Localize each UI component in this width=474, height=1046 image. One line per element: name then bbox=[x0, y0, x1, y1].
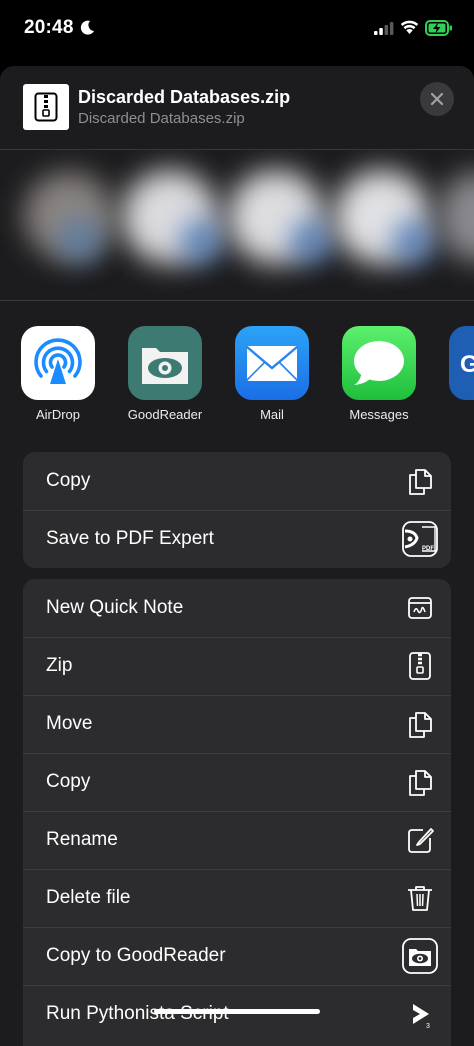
action-label: Copy bbox=[46, 771, 91, 792]
file-title: Discarded Databases.zip bbox=[78, 87, 291, 107]
trash-icon bbox=[405, 883, 435, 913]
share-sheet: Discarded Databases.zip Discarded Databa… bbox=[0, 66, 474, 1046]
wifi-icon bbox=[400, 19, 419, 39]
app-gm[interactable]: G GM bbox=[441, 326, 474, 422]
action-zip[interactable]: Zip bbox=[23, 637, 451, 695]
app-label: Mail bbox=[260, 407, 284, 422]
close-icon bbox=[431, 93, 443, 105]
svg-text:G: G bbox=[460, 351, 474, 378]
action-label: Rename bbox=[46, 829, 118, 850]
action-label: Run Pythonista Script bbox=[46, 1003, 229, 1024]
contact-avatar-blurred bbox=[290, 220, 332, 262]
action-rename[interactable]: Rename bbox=[23, 811, 451, 869]
app-airdrop[interactable]: AirDrop bbox=[13, 326, 103, 422]
action-label: Move bbox=[46, 713, 93, 734]
messages-icon bbox=[342, 326, 416, 400]
zip-icon bbox=[405, 651, 435, 681]
app-label: GoodReader bbox=[127, 407, 203, 422]
contact-avatar-blurred bbox=[392, 220, 434, 262]
action-delete-file[interactable]: Delete file bbox=[23, 869, 451, 927]
status-time: 20:48 bbox=[24, 17, 74, 38]
action-copy-file[interactable]: Copy bbox=[23, 753, 451, 811]
actions-group-primary: Copy Save to PDF Expert PDF bbox=[23, 452, 451, 568]
contact-avatar-blurred bbox=[180, 220, 222, 262]
home-indicator[interactable] bbox=[154, 1009, 320, 1014]
app-mail[interactable]: Mail bbox=[227, 326, 317, 422]
apps-row: AirDrop GoodReader Mail Messages G bbox=[0, 302, 474, 422]
pdf-expert-icon: PDF bbox=[402, 521, 438, 557]
zip-file-icon bbox=[23, 84, 69, 130]
contact-avatar-blurred[interactable] bbox=[438, 172, 474, 262]
action-label: Copy bbox=[46, 470, 91, 491]
app-label: GM bbox=[441, 407, 474, 422]
app-messages[interactable]: Messages bbox=[334, 326, 424, 422]
contact-avatar-blurred bbox=[60, 220, 100, 260]
action-label: Zip bbox=[46, 655, 73, 676]
actions-group-secondary: New Quick Note Zip Move Copy Rename Dele… bbox=[23, 579, 451, 1046]
status-bar: 20:48 bbox=[0, 0, 474, 58]
quick-note-icon bbox=[405, 593, 435, 623]
goodreader-icon bbox=[128, 326, 202, 400]
moon-icon bbox=[80, 20, 95, 41]
gm-app-icon: G bbox=[449, 326, 474, 400]
action-copy-to-goodreader[interactable]: Copy to GoodReader bbox=[23, 927, 451, 985]
action-label: Save to PDF Expert bbox=[46, 528, 214, 549]
move-icon bbox=[405, 709, 435, 739]
sheet-header: Discarded Databases.zip Discarded Databa… bbox=[0, 66, 474, 149]
rename-icon bbox=[405, 825, 435, 855]
people-divider bbox=[0, 300, 474, 301]
svg-text:3: 3 bbox=[426, 1023, 430, 1029]
mail-icon bbox=[235, 326, 309, 400]
action-label: New Quick Note bbox=[46, 597, 184, 618]
action-copy[interactable]: Copy bbox=[23, 452, 451, 510]
svg-text:PDF: PDF bbox=[422, 546, 434, 552]
copy-icon bbox=[405, 466, 435, 496]
app-label: Messages bbox=[349, 407, 409, 422]
airdrop-icon bbox=[21, 326, 95, 400]
battery-charging-icon bbox=[425, 19, 453, 42]
action-save-to-pdf-expert[interactable]: Save to PDF Expert PDF bbox=[23, 510, 451, 568]
cellular-signal-icon bbox=[374, 22, 394, 40]
people-suggestions-row bbox=[0, 150, 474, 300]
action-label: Delete file bbox=[46, 887, 131, 908]
action-label: Copy to GoodReader bbox=[46, 945, 226, 966]
action-run-pythonista-script[interactable]: Run Pythonista Script 3 bbox=[23, 985, 451, 1043]
goodreader-action-icon bbox=[402, 938, 438, 974]
app-label: AirDrop bbox=[35, 407, 81, 422]
close-button[interactable] bbox=[420, 82, 454, 116]
app-goodreader[interactable]: GoodReader bbox=[120, 326, 210, 422]
action-new-quick-note[interactable]: New Quick Note bbox=[23, 579, 451, 637]
copy-icon bbox=[405, 767, 435, 797]
action-move[interactable]: Move bbox=[23, 695, 451, 753]
file-subtitle: Discarded Databases.zip bbox=[78, 110, 245, 127]
